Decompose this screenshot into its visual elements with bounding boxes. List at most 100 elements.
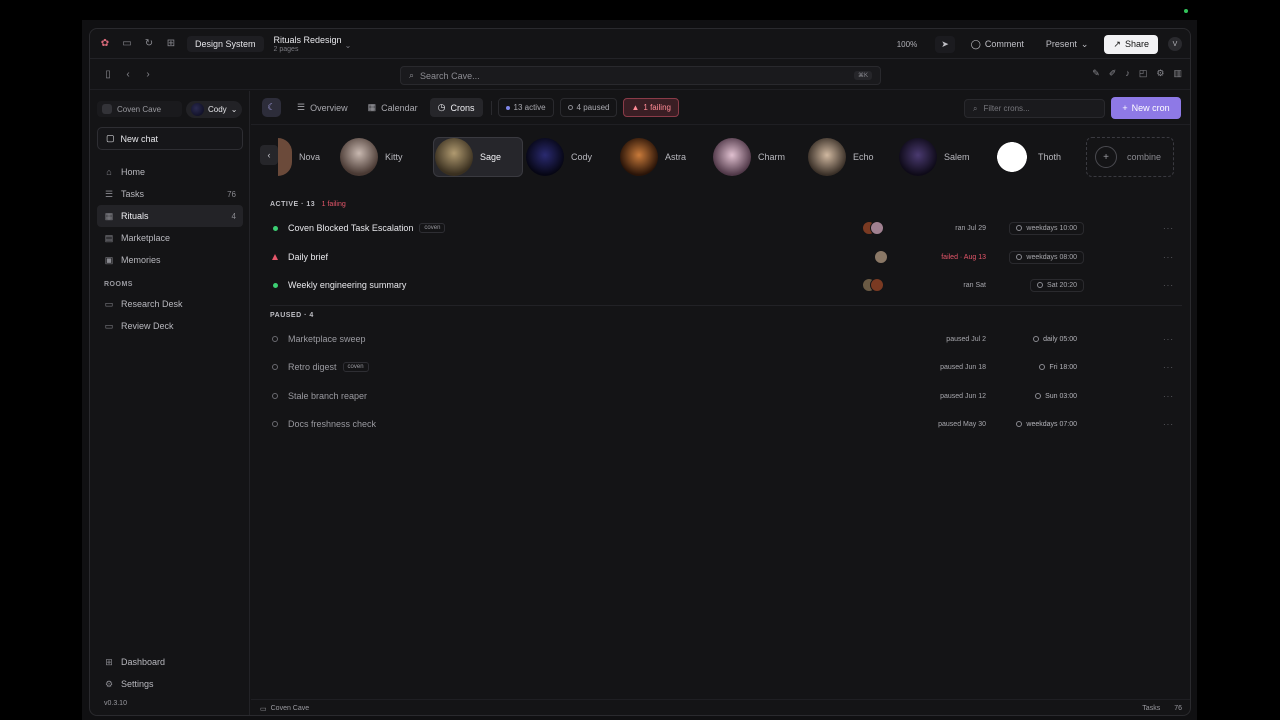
agent-thoth[interactable]: Thoth [993, 137, 1081, 177]
paused-filter-pill[interactable]: 4 paused [559, 98, 618, 117]
schedule-chip[interactable]: weekdays 07:00 [1009, 418, 1084, 431]
sidebar-toggle-icon[interactable]: ▯ [100, 67, 116, 83]
schedule-label: Sun 03:00 [1045, 392, 1077, 400]
sidebar-item-label: Tasks [121, 189, 145, 199]
divider [490, 100, 492, 115]
room-item-review-deck[interactable]: ▭ Review Deck [97, 315, 243, 337]
cron-row[interactable]: Stale branch reaper paused Jun 12 Sun 03… [270, 385, 1182, 407]
sidebar-item-dashboard[interactable]: ⊞ Dashboard [97, 651, 243, 673]
combine-agents-button[interactable]: + combine [1086, 137, 1174, 177]
room-item-research-desk[interactable]: ▭ Research Desk [97, 293, 243, 315]
comment-button[interactable]: ◯ Comment [965, 36, 1030, 53]
more-icon[interactable]: ··· [1163, 253, 1174, 262]
new-cron-button[interactable]: + New cron [1111, 97, 1181, 119]
plus-icon: + [1095, 146, 1117, 168]
file-title[interactable]: Rituals Redesign 2 pages [274, 35, 342, 53]
agent-kitty[interactable]: Kitty [340, 137, 425, 177]
grid-icon[interactable]: ⊞ [163, 36, 179, 52]
cron-row[interactable]: Weekly engineering summary ran Sat Sat 2… [270, 274, 1182, 296]
sidebar-item-tasks[interactable]: ☰ Tasks 76 [97, 183, 243, 205]
filter-input[interactable]: ⌕ Filter crons... [964, 99, 1105, 118]
cron-row[interactable]: Daily brief failed · Aug 13 weekdays 08:… [270, 246, 1182, 268]
memory-icon: ▣ [104, 254, 114, 265]
status-paused-icon [270, 421, 280, 427]
app-logo-icon[interactable]: ✿ [97, 36, 113, 52]
agent-avatars [862, 221, 884, 235]
workspace-select[interactable]: Coven Cave [97, 101, 182, 117]
cron-row[interactable]: Marketplace sweep paused Jul 2 daily 05:… [270, 328, 1182, 350]
search-input[interactable]: ⌕ Search Cave... ⌘K [400, 66, 881, 85]
cron-row[interactable]: Retro digest coven paused Jun 18 Fri 18:… [270, 356, 1182, 378]
forward-icon[interactable]: › [140, 67, 156, 83]
workspace-chip[interactable]: Design System [187, 35, 264, 52]
bell-icon[interactable]: ♪ [1125, 68, 1130, 79]
current-location[interactable]: ▭ Coven Cave [260, 705, 309, 713]
agent-avatar [808, 138, 846, 176]
edit-icon[interactable]: ✎ [1092, 68, 1100, 79]
agent-nova[interactable]: Nova [278, 137, 348, 177]
agent-echo[interactable]: Echo [808, 137, 893, 177]
schedule-chip[interactable]: weekdays 10:00 [1009, 221, 1084, 235]
agent-salem[interactable]: Salem [899, 137, 989, 177]
agent-cody[interactable]: Cody [526, 137, 611, 177]
agent-charm[interactable]: Charm [713, 137, 803, 177]
tab-calendar[interactable]: ▦ Calendar [360, 98, 426, 117]
status-tasks[interactable]: Tasks 76 [1142, 705, 1182, 712]
schedule-chip[interactable]: Fri 18:00 [1032, 361, 1084, 374]
agent-astra[interactable]: Astra [620, 137, 705, 177]
gear-icon[interactable]: ⚙ [1156, 68, 1164, 79]
cron-row[interactable]: Coven Blocked Task Escalation coven ran … [270, 217, 1182, 239]
user-select[interactable]: Cody ⌄ [186, 100, 243, 118]
toolbar-icons: ✎ ✐ ♪ ◰ ⚙ ▥ [1092, 68, 1182, 79]
active-section-heading: ACTIVE · 13 1 failing [270, 201, 346, 208]
more-icon[interactable]: ··· [1163, 224, 1174, 233]
brush-icon[interactable]: ✐ [1109, 68, 1117, 79]
sidebar-item-home[interactable]: ⌂ Home [97, 161, 243, 183]
cursor-icon: ➤ [941, 38, 949, 49]
sidebar-item-label: Dashboard [121, 657, 166, 667]
dashboard-icon: ⊞ [105, 656, 113, 667]
avatar[interactable]: V [1168, 37, 1182, 51]
back-icon[interactable]: ‹ [120, 67, 136, 83]
share-button[interactable]: ↗ Share [1104, 34, 1158, 54]
active-filter-pill[interactable]: 13 active [497, 98, 554, 117]
present-button[interactable]: Present ⌄ [1040, 36, 1095, 53]
failing-filter-pill[interactable]: ▲ 1 failing [623, 98, 679, 117]
tab-overview[interactable]: ☰ Overview [289, 98, 356, 117]
zoom-level[interactable]: 100% [897, 40, 917, 49]
more-icon[interactable]: ··· [1163, 363, 1174, 372]
rooms-heading: ROOMS [104, 281, 133, 288]
cron-row[interactable]: Docs freshness check paused May 30 weekd… [270, 413, 1182, 435]
more-icon[interactable]: ··· [1163, 281, 1174, 290]
agent-avatar [435, 138, 473, 176]
tasks-icon: ☰ [104, 188, 114, 199]
agent-sage[interactable]: Sage [433, 137, 523, 177]
panel-icon[interactable]: ▭ [119, 36, 135, 52]
paused-date: paused Jun 12 [940, 392, 986, 400]
cursor-tool-button[interactable]: ➤ [935, 35, 955, 53]
new-chat-button[interactable]: ▢ New chat [97, 127, 243, 150]
notifications-icon[interactable]: ◰ [1139, 68, 1148, 79]
schedule-chip[interactable]: Sun 03:00 [1028, 390, 1084, 403]
refresh-icon[interactable]: ↻ [141, 36, 157, 52]
sidebar-item-marketplace[interactable]: ▤ Marketplace [97, 227, 243, 249]
chevron-down-icon[interactable]: ⌄ [345, 41, 352, 50]
more-icon[interactable]: ··· [1163, 392, 1174, 401]
schedule-chip[interactable]: weekdays 08:00 [1009, 250, 1084, 264]
sidebar-item-settings[interactable]: ⚙ Settings [97, 673, 243, 695]
moon-icon[interactable]: ☾ [262, 98, 281, 117]
search-shortcut: ⌘K [853, 71, 872, 80]
schedule-chip[interactable]: Sat 20:20 [1030, 278, 1084, 292]
schedule-chip[interactable]: daily 05:00 [1026, 333, 1084, 346]
chevron-left-icon[interactable]: ‹ [260, 145, 278, 165]
sidebar-item-memories[interactable]: ▣ Memories [97, 249, 243, 271]
schedule-label: daily 05:00 [1043, 335, 1077, 343]
layout-icon[interactable]: ▥ [1173, 68, 1182, 79]
sidebar-item-rituals[interactable]: ▦ Rituals 4 [97, 205, 243, 227]
tab-crons[interactable]: ◷ Crons [429, 98, 483, 117]
sidebar-item-label: Home [121, 167, 146, 177]
more-icon[interactable]: ··· [1163, 335, 1174, 344]
more-icon[interactable]: ··· [1163, 420, 1174, 429]
paused-ring-icon [567, 105, 573, 110]
status-failed-icon [270, 254, 280, 260]
